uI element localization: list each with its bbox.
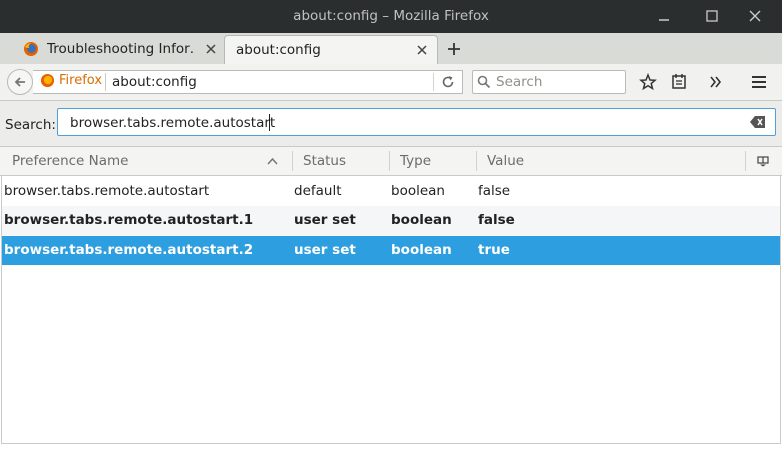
column-header: Preference Name Status Type Value xyxy=(0,146,782,176)
column-divider[interactable] xyxy=(389,151,390,171)
column-divider[interactable] xyxy=(476,151,477,171)
hamburger-menu-icon[interactable] xyxy=(751,74,767,90)
reload-icon[interactable] xyxy=(441,75,455,89)
tab-troubleshooting[interactable]: Troubleshooting Infor… xyxy=(10,35,223,64)
column-type-header[interactable]: Type xyxy=(400,153,431,169)
reload-divider xyxy=(433,73,434,91)
minimize-icon xyxy=(659,19,669,21)
back-button[interactable] xyxy=(7,69,33,95)
bookmarks-menu-icon[interactable] xyxy=(671,73,687,91)
tab-label: Troubleshooting Infor… xyxy=(47,41,193,57)
maximize-button[interactable] xyxy=(695,0,729,33)
pref-name-cell: browser.tabs.remote.autostart.2 xyxy=(4,242,254,258)
pref-status-cell: user set xyxy=(294,212,356,228)
new-tab-icon[interactable] xyxy=(446,41,462,57)
table-row[interactable]: browser.tabs.remote.autostart.1 user set… xyxy=(2,206,780,235)
pref-status-cell: user set xyxy=(294,242,356,258)
search-icon xyxy=(477,75,491,89)
overflow-chevron-icon[interactable] xyxy=(709,75,723,89)
pref-name-cell: browser.tabs.remote.autostart xyxy=(4,183,210,199)
search-input-value: browser.tabs.remote.autostart xyxy=(70,115,276,131)
column-status-header[interactable]: Status xyxy=(303,153,346,169)
column-value-header[interactable]: Value xyxy=(487,153,524,169)
close-window-button[interactable] xyxy=(738,0,772,33)
close-tab-icon[interactable] xyxy=(416,44,428,56)
filter-label: Search: xyxy=(5,117,56,133)
window-titlebar: about:config – Mozilla Firefox xyxy=(0,0,782,33)
column-picker-icon[interactable] xyxy=(757,156,769,167)
maximize-icon xyxy=(706,10,718,22)
column-divider[interactable] xyxy=(292,151,293,171)
pref-name-cell: browser.tabs.remote.autostart.1 xyxy=(4,212,254,228)
bookmark-star-icon[interactable] xyxy=(639,73,657,91)
firefox-logo-icon xyxy=(24,42,38,56)
column-name-header[interactable]: Preference Name xyxy=(12,153,128,169)
pref-value-cell: false xyxy=(478,183,511,199)
table-row-selected[interactable]: browser.tabs.remote.autostart.2 user set… xyxy=(2,236,780,265)
pref-value-cell: true xyxy=(478,242,510,258)
table-row[interactable]: browser.tabs.remote.autostart default bo… xyxy=(2,177,780,206)
identity-label: Firefox xyxy=(59,73,103,88)
back-arrow-icon xyxy=(14,77,25,87)
pref-status-cell: default xyxy=(294,183,342,199)
pref-type-cell: boolean xyxy=(391,212,452,228)
pref-type-cell: boolean xyxy=(391,242,452,258)
minimize-button[interactable] xyxy=(647,0,681,33)
url-divider xyxy=(105,73,106,91)
column-divider[interactable] xyxy=(745,151,746,171)
firefox-logo-icon xyxy=(40,73,55,88)
tab-strip: Troubleshooting Infor… about:config xyxy=(0,33,782,65)
clear-input-icon[interactable] xyxy=(750,115,766,129)
tab-about-config[interactable]: about:config xyxy=(224,35,438,64)
text-caret xyxy=(269,114,270,131)
search-placeholder: Search xyxy=(496,74,543,90)
close-icon xyxy=(749,10,761,22)
pref-value-cell: false xyxy=(478,212,515,228)
sort-ascending-icon xyxy=(267,157,278,165)
navigation-toolbar: Firefox about:config Search xyxy=(0,64,782,101)
close-tab-icon[interactable] xyxy=(205,43,217,55)
tab-label: about:config xyxy=(236,42,321,58)
url-text[interactable]: about:config xyxy=(112,74,197,90)
pref-type-cell: boolean xyxy=(391,183,445,199)
